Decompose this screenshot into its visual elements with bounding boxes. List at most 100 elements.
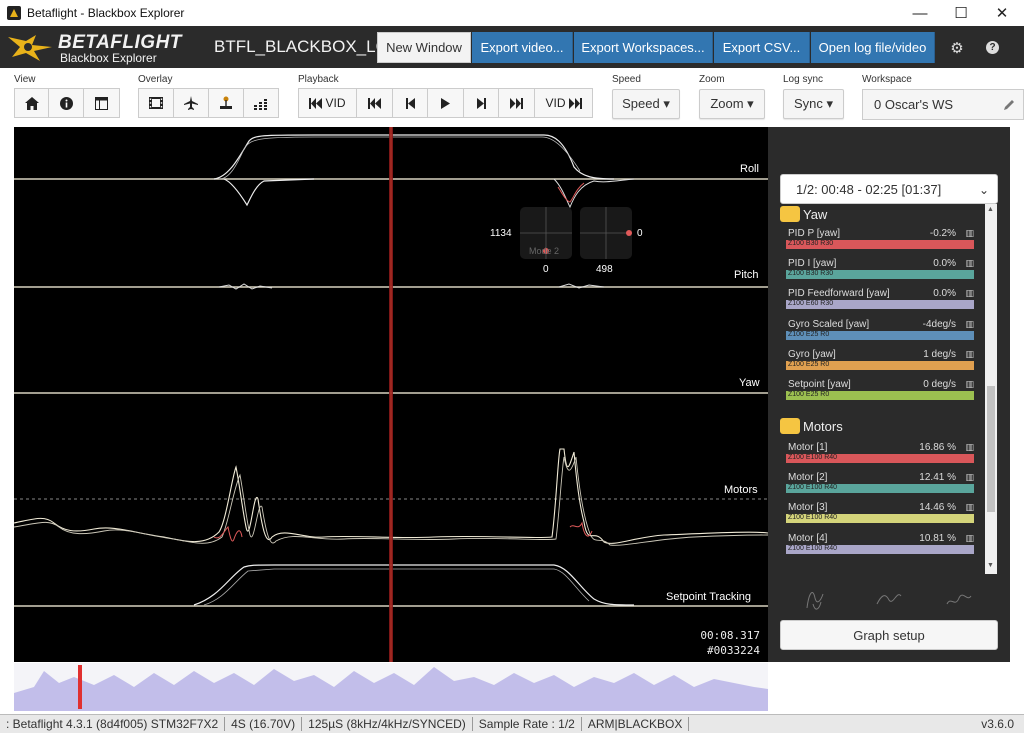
zoom-dropdown[interactable]: Zoom ▾	[699, 89, 765, 119]
fast-backward-icon	[309, 97, 323, 109]
question-icon[interactable]: ?	[986, 41, 999, 54]
video-back-button[interactable]: VID	[298, 88, 357, 118]
group-icon	[780, 206, 800, 222]
export-video-button[interactable]: Export video...	[472, 32, 573, 63]
field-name: Motor [3]	[788, 502, 828, 513]
speed-dropdown[interactable]: Speed ▾	[612, 89, 680, 119]
field-color-bar: Z100 E100 R40	[786, 545, 974, 554]
field-value: 0.0%	[933, 288, 956, 299]
legend-field[interactable]: PID I [yaw] 0.0% ▥ Z100 B30 R30	[786, 258, 976, 288]
export-workspaces-button[interactable]: Export Workspaces...	[574, 32, 713, 63]
field-value: 16.86 %	[919, 442, 956, 453]
video-forward-label: VID	[545, 96, 566, 110]
spectrum-icon[interactable]: ▥	[965, 228, 974, 239]
field-name: Gyro [yaw]	[788, 349, 836, 360]
workspace-label: Workspace	[862, 74, 912, 85]
workspace-selector[interactable]: 0 Oscar's WS	[862, 89, 1024, 120]
betaflight-logo: BETAFLIGHT Blackbox Explorer	[6, 29, 181, 65]
right-stick-bottom-value: 498	[596, 264, 613, 275]
legend-field[interactable]: Motor [3] 14.46 % ▥ Z100 E100 R40	[786, 502, 976, 532]
scroll-down-arrow[interactable]: ▼	[987, 562, 994, 569]
field-tag: Z100 E25 R0	[788, 391, 830, 398]
legend-field[interactable]: Gyro Scaled [yaw] -4deg/s ▥ Z100 E25 R0	[786, 319, 976, 349]
loop-time-info: 125µS (8kHz/4kHz/SYNCED)	[302, 717, 473, 731]
scroll-thumb[interactable]	[987, 386, 995, 512]
analyser-mini-previews[interactable]	[795, 582, 985, 616]
field-color-bar: Z100 E25 R0	[786, 361, 974, 370]
legend-field[interactable]: Setpoint [yaw] 0 deg/s ▥ Z100 E25 R0	[786, 379, 976, 409]
spectrum-icon[interactable]: ▥	[965, 533, 974, 544]
analyser-overlay-button[interactable]	[243, 88, 279, 118]
pencil-icon[interactable]	[1004, 99, 1015, 110]
table-icon	[95, 96, 108, 110]
field-color-bar: Z100 E100 R40	[786, 514, 974, 523]
play-button[interactable]	[427, 88, 464, 118]
log-range-value: 1/2: 00:48 - 02:25 [01:37]	[796, 181, 942, 197]
sample-rate-info: Sample Rate : 1/2	[473, 717, 582, 731]
spectrum-icon[interactable]: ▥	[965, 349, 974, 360]
info-view-button[interactable]	[48, 88, 84, 118]
spectrum-icon[interactable]: ▥	[965, 442, 974, 453]
window-title: Betaflight - Blackbox Explorer	[27, 6, 185, 20]
field-tag: Z100 E100 R40	[788, 514, 838, 521]
legend-group-motors[interactable]: Motors	[780, 416, 843, 436]
open-log-button[interactable]: Open log file/video	[811, 32, 935, 63]
craft-overlay-button[interactable]	[173, 88, 209, 118]
field-value: 1 deg/s	[923, 349, 956, 360]
legend-scrollbar[interactable]: ▲ ▼	[985, 204, 997, 574]
legend-field[interactable]: PID Feedforward [yaw] 0.0% ▥ Z100 E60 R3…	[786, 288, 976, 318]
close-button[interactable]: ✕	[982, 0, 1022, 26]
speed-label: Speed	[612, 74, 641, 85]
table-view-button[interactable]	[83, 88, 120, 118]
step-forward-button[interactable]	[463, 88, 499, 118]
pitch-axis-label: Pitch	[734, 269, 759, 281]
spectrum-icon[interactable]: ▥	[965, 319, 974, 330]
log-graph-canvas[interactable]: Roll Pitch Yaw Motors Setpoint Tracking …	[14, 127, 768, 662]
legend-field[interactable]: Motor [4] 10.81 % ▥ Z100 E100 R40	[786, 533, 976, 563]
field-tag: Z100 B30 R30	[788, 240, 834, 247]
graph-setup-button[interactable]: Graph setup	[780, 620, 998, 650]
current-time: 00:08.317	[700, 629, 760, 642]
group-name: Yaw	[803, 206, 828, 222]
legend-field[interactable]: Gyro [yaw] 1 deg/s ▥ Z100 E25 R0	[786, 349, 976, 379]
field-value: -4deg/s	[922, 319, 956, 330]
sync-dropdown[interactable]: Sync ▾	[783, 89, 844, 119]
field-name: Motor [2]	[788, 472, 828, 483]
minimize-button[interactable]: —	[900, 0, 940, 26]
scroll-up-arrow[interactable]: ▲	[987, 206, 994, 213]
video-overlay-button[interactable]	[138, 88, 174, 118]
step-back-button[interactable]	[392, 88, 428, 118]
field-color-bar: Z100 B30 R30	[786, 240, 974, 249]
maximize-button[interactable]: ☐	[941, 0, 981, 26]
spectrum-icon[interactable]: ▥	[965, 288, 974, 299]
new-window-button[interactable]: New Window	[377, 32, 471, 63]
yaw-axis-label: Yaw	[739, 377, 760, 389]
gear-icon[interactable]: ⚙	[948, 39, 966, 57]
home-view-button[interactable]	[14, 88, 49, 118]
spectrum-icon[interactable]: ▥	[965, 472, 974, 483]
jump-end-button[interactable]	[498, 88, 535, 118]
spectrum-icon[interactable]: ▥	[965, 502, 974, 513]
left-stick-bottom-value: 0	[543, 264, 549, 275]
sticks-overlay-button[interactable]	[208, 88, 244, 118]
setpoint-axis-label: Setpoint Tracking	[666, 591, 751, 603]
field-color-bar: Z100 B30 R30	[786, 270, 974, 279]
spectrum-icon[interactable]: ▥	[965, 379, 974, 390]
video-forward-button[interactable]: VID	[534, 88, 593, 118]
seek-bar[interactable]	[14, 663, 768, 711]
legend-field[interactable]: Motor [1] 16.86 % ▥ Z100 E100 R40	[786, 442, 976, 472]
field-legend: Yaw PID P [yaw] -0.2% ▥ Z100 B30 R30 PID…	[780, 204, 998, 574]
status-bar: : Betaflight 4.3.1 (8d4f005) STM32F7X2 4…	[0, 714, 1024, 733]
fast-forward-icon	[568, 97, 582, 109]
legend-field[interactable]: PID P [yaw] -0.2% ▥ Z100 B30 R30	[786, 228, 976, 258]
field-color-bar: Z100 E100 R40	[786, 484, 974, 493]
field-color-bar: Z100 E25 R0	[786, 331, 974, 340]
spectrum-icon[interactable]: ▥	[965, 258, 974, 269]
export-csv-button[interactable]: Export CSV...	[714, 32, 810, 63]
battery-info: 4S (16.70V)	[225, 717, 303, 731]
jump-start-button[interactable]	[356, 88, 393, 118]
legend-field[interactable]: Motor [2] 12.41 % ▥ Z100 E100 R40	[786, 472, 976, 502]
legend-group-yaw[interactable]: Yaw	[780, 204, 827, 224]
field-value: 12.41 %	[919, 472, 956, 483]
log-range-select[interactable]: 1/2: 00:48 - 02:25 [01:37] ⌄	[780, 174, 998, 204]
